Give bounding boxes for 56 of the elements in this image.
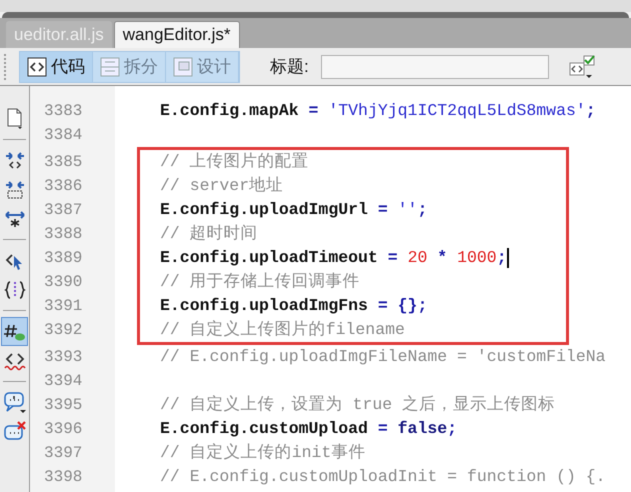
split-view-icon [100, 56, 120, 76]
line-number: 3394 [44, 373, 82, 389]
line-number: 3388 [44, 226, 82, 242]
line-number: 3387 [44, 202, 82, 218]
code-token: 1000 [457, 250, 497, 266]
code-token: false [398, 420, 448, 438]
code-token: ; [447, 420, 458, 438]
text-caret [506, 248, 509, 268]
code-comment: // server地址 [160, 178, 284, 194]
file-tab[interactable]: wangEditor.js* [114, 21, 240, 48]
line-number: 3396 [44, 421, 82, 437]
code-token: 'TVhjYjq1ICT2qqL5LdS8mwas' [328, 102, 586, 120]
code-token: 20 [408, 250, 428, 266]
line-number: 3391 [44, 298, 82, 314]
line-number: 3397 [44, 445, 82, 461]
line-number: 3395 [44, 397, 82, 413]
code-token: '' [398, 202, 418, 218]
hash-icon[interactable] [1, 317, 28, 346]
line-number: 3386 [44, 178, 82, 194]
line-number: 3393 [44, 349, 82, 365]
line-number: 3389 [44, 250, 82, 266]
line-number: 3384 [44, 127, 82, 143]
line-number: 3383 [44, 103, 82, 119]
code-token: E.config.customUpload [160, 420, 368, 438]
title-field[interactable] [320, 54, 549, 78]
code-token: E.config.uploadImgFns [160, 298, 368, 314]
line-number: 3385 [44, 154, 82, 170]
code-comment: // 自定义上传的init事件 [160, 444, 366, 462]
code-token: ; [496, 250, 507, 266]
code-token: = [308, 102, 320, 120]
code-comment: // 自定义上传，设置为 true 之后，显示上传图标 [160, 396, 556, 414]
design-view-icon [173, 56, 193, 76]
code-token: E.config.mapAk [160, 102, 299, 120]
code-view-icon [27, 56, 47, 76]
view-button[interactable]: 代码 [20, 52, 93, 82]
code-token: * [436, 250, 448, 266]
validate-icon[interactable] [568, 54, 595, 78]
code-comment: // E.config.uploadImgFileName = 'customFileNa [160, 348, 606, 366]
code-comment: // 自定义上传图片的filename [160, 322, 405, 338]
code-comment: // 上传图片的配置 [160, 154, 309, 170]
title-label: 标题: [270, 56, 309, 78]
code-comment: // 超时时间 [160, 226, 258, 242]
code-comment: // 用于存储上传回调事件 [160, 274, 360, 290]
code-token: E.config.uploadImgUrl [160, 202, 368, 218]
line-number: 3392 [44, 322, 82, 338]
code-token: E.config.uploadTimeout [160, 250, 378, 266]
code-token: ; [586, 102, 596, 120]
file-tab[interactable]: ueditor.all.js [6, 21, 112, 48]
code-token: = [386, 250, 399, 266]
code-token: ; [417, 202, 428, 218]
code-token: = [376, 420, 389, 438]
code-comment: // E.config.customUploadInit = function () {. [160, 468, 606, 486]
line-number: 3398 [44, 469, 82, 485]
code-token: = {}; [376, 298, 428, 314]
code-token: = [376, 202, 389, 218]
line-number: 3390 [44, 274, 82, 290]
